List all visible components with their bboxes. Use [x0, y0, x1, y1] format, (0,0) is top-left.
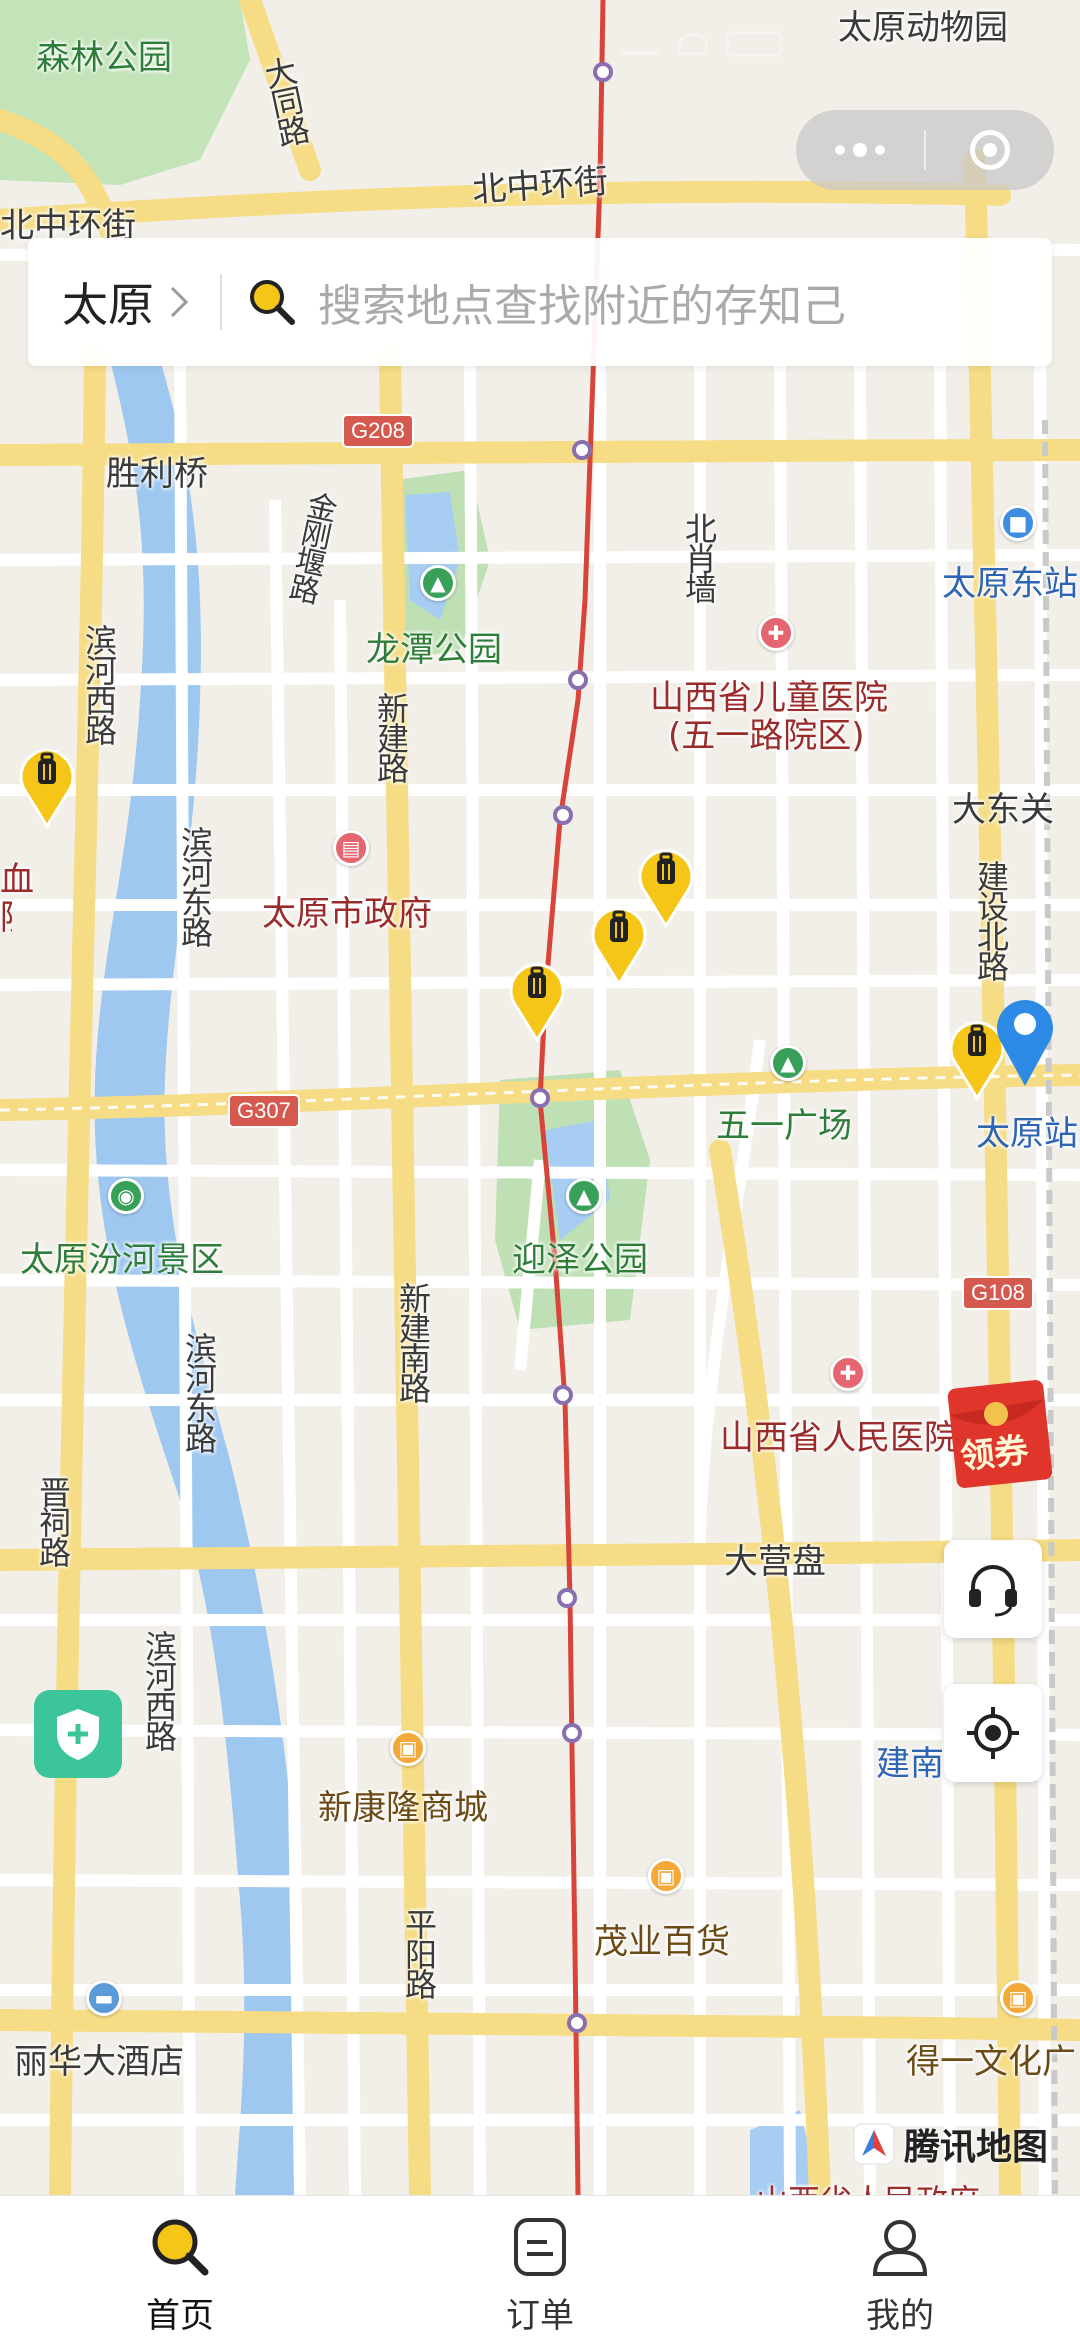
label-xinjian-s: 新建南路 [394, 1282, 432, 1402]
close-circle-icon[interactable] [926, 110, 1054, 190]
g108-shield: G108 [962, 1276, 1034, 1310]
locate-button[interactable] [944, 1684, 1042, 1782]
label-longtan-park: 龙潭公园 [366, 630, 502, 670]
luggage-storage-marker[interactable] [506, 954, 568, 1042]
label-east-station: 太原东站 [942, 564, 1078, 604]
people-hospital-icon: ✚ [830, 1355, 866, 1391]
label-taiyuan-station: 太原站 [976, 1114, 1078, 1154]
safety-guard-button[interactable] [34, 1690, 122, 1778]
search-icon [152, 2219, 209, 2276]
map-provider-name: 腾讯地图 [904, 2127, 1049, 2168]
label-gov-bottom: 山西省人民政府 [756, 2176, 980, 2195]
battery-icon [726, 31, 782, 57]
signal-icon [620, 33, 660, 55]
hotel-icon: ▬ [86, 1980, 122, 2016]
user-icon [872, 2220, 928, 2276]
status-bar [620, 24, 1020, 64]
headset-icon [969, 1565, 1017, 1617]
label-deyi-culture: 得一文化广 [906, 2042, 1076, 2082]
current-location-pin-icon [997, 1000, 1053, 1086]
search-divider [220, 274, 222, 330]
locate-icon [967, 1707, 1019, 1759]
label-yuan: 院 [0, 890, 12, 939]
mini-program-capsule [796, 110, 1054, 190]
customer-service-button[interactable] [944, 1540, 1042, 1638]
label-binhe-w2: 滨河西路 [140, 1630, 178, 1750]
tab-profile-label: 我的 [866, 2296, 934, 2336]
square-park-icon: ▲ [770, 1045, 806, 1081]
wifi-icon [678, 33, 708, 55]
g208-shield: G208 [342, 414, 414, 448]
g307-shield: G307 [228, 1094, 300, 1128]
label-daying-pan: 大营盘 [724, 1542, 826, 1582]
label-north-ring-e: 北中环街 [471, 161, 610, 211]
bottom-tab-bar: 首页 订单 我的 [0, 2195, 1080, 2340]
order-icon [514, 2218, 566, 2276]
more-dots-icon[interactable] [796, 110, 924, 190]
label-binhe-w: 滨河西路 [80, 624, 118, 744]
coupon-label: 领券 [958, 1430, 1031, 1478]
label-lihua-hotel: 丽华大酒店 [14, 2042, 184, 2082]
shield-plus-icon [57, 1709, 99, 1760]
label-fenhe-scenic: 太原汾河景区 [20, 1240, 224, 1280]
label-xinjian-rd: 新建路 [372, 692, 410, 782]
tab-home-label: 首页 [146, 2296, 214, 2336]
mall-icon: ▣ [390, 1730, 426, 1766]
government-icon: ▤ [333, 830, 369, 866]
label-jianshe-n: 建设北路 [972, 860, 1010, 980]
map-provider-logo: 腾讯地图 [852, 2118, 1048, 2170]
city-selector[interactable]: 太原 [62, 269, 154, 335]
culture-square-icon: ▣ [1000, 1980, 1036, 2016]
search-bar: 太原 搜索地点查找附近的存知己 [28, 238, 1052, 366]
map-view[interactable]: G208 G307 G108 ▲ ✚ ▤ ■ ▲ ◉ ▲ ✚ ▣ ▣ ▬ ▣ 森… [0, 0, 1080, 2195]
tab-profile[interactable]: 我的 [720, 2196, 1080, 2340]
label-city-gov: 太原市政府 [262, 894, 432, 934]
chevron-right-icon[interactable] [168, 284, 190, 320]
label-xinkanglong: 新康隆商城 [318, 1788, 488, 1828]
station-icon: ■ [1000, 505, 1036, 541]
label-yingze-park: 迎泽公园 [512, 1240, 648, 1280]
label-childrens-hospital-sub: (五一路院区) [668, 716, 865, 756]
scenic-camera-icon: ◉ [108, 1178, 144, 1214]
search-icon [250, 280, 295, 325]
park-icon: ▲ [420, 565, 456, 601]
yingze-park-icon: ▲ [566, 1178, 602, 1214]
tab-orders[interactable]: 订单 [360, 2196, 720, 2340]
hospital-icon: ✚ [758, 615, 794, 651]
label-jiannan: 建南 [876, 1744, 944, 1784]
label-jinci-rd: 晋祠路 [34, 1476, 72, 1566]
department-store-icon: ▣ [648, 1858, 684, 1894]
label-maoye: 茂业百货 [594, 1922, 730, 1962]
coupon-envelope[interactable]: 领券 [946, 1370, 1064, 1490]
tab-home[interactable]: 首页 [0, 2196, 360, 2340]
luggage-storage-marker[interactable] [16, 740, 78, 828]
label-beixiaoqiang: 北肖墙 [680, 512, 718, 602]
label-binhe-e: 滨河东路 [176, 826, 214, 946]
search-input[interactable]: 搜索地点查找附近的存知己 [318, 270, 846, 334]
tencent-map-icon [853, 2123, 895, 2165]
label-binhe-e2: 滨河东路 [180, 1332, 218, 1452]
label-people-hospital: 山西省人民医院 [720, 1418, 958, 1458]
label-pingyang-rd: 平阳路 [400, 1908, 438, 1998]
label-wuyi-square: 五一广场 [716, 1106, 852, 1146]
tab-orders-label: 订单 [506, 2296, 574, 2336]
label-dadongguan: 大东关 [952, 790, 1054, 830]
label-shengli-bridge: 胜利桥 [106, 454, 208, 494]
luggage-storage-marker[interactable] [588, 898, 650, 986]
label-senlin-park: 森林公园 [36, 38, 172, 78]
